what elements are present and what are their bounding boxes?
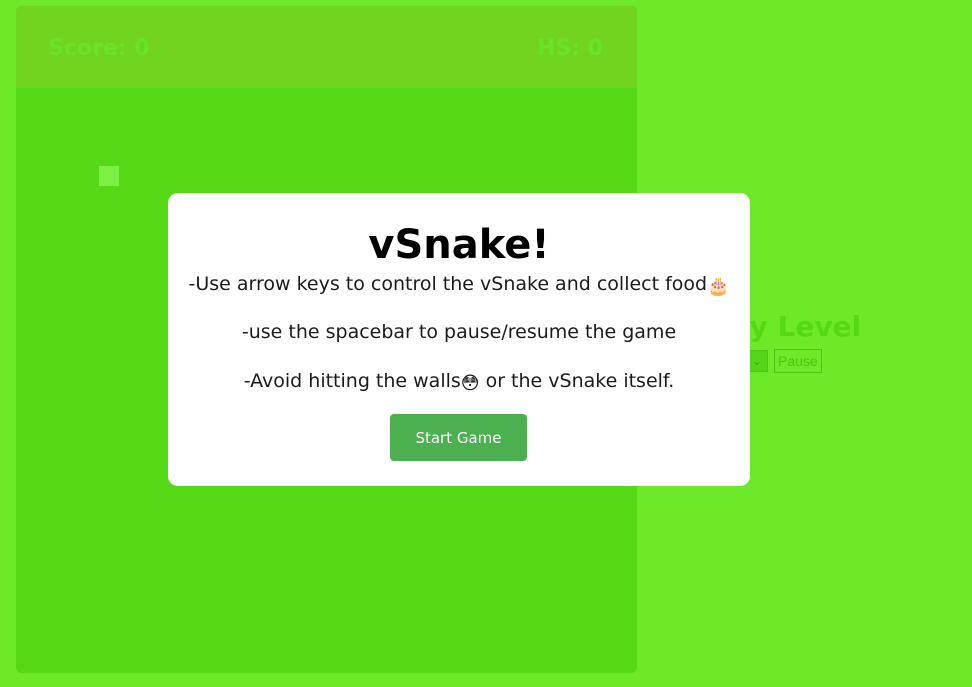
flushed-face-icon: 😳 (460, 373, 480, 394)
pause-button[interactable]: Pause (774, 349, 822, 373)
instruction-controls: -Use arrow keys to control the vSnake an… (168, 273, 750, 297)
instruction-avoid-text: -Avoid hitting the walls (243, 370, 461, 392)
instruction-controls-text: -Use arrow keys to control the vSnake an… (188, 273, 708, 295)
instruction-pause: -use the spacebar to pause/resume the ga… (241, 321, 677, 343)
high-score-display: HS: 0 (536, 36, 603, 61)
food-block (99, 166, 119, 186)
score-bar: Score: 0 HS: 0 (16, 6, 637, 88)
chevron-down-icon: ⌄ (751, 354, 763, 368)
instructions-modal: vSnake! -Use arrow keys to control the v… (168, 193, 750, 486)
modal-title: vSnake! (368, 222, 550, 268)
instruction-avoid-text-end: or the vSnake itself. (479, 370, 675, 392)
start-game-button[interactable]: Start Game (390, 414, 527, 461)
score-display: Score: 0 (48, 36, 150, 61)
cake-icon: 🎂 (707, 276, 730, 297)
instruction-avoid: -Avoid hitting the walls😳 or the vSnake … (168, 370, 750, 394)
